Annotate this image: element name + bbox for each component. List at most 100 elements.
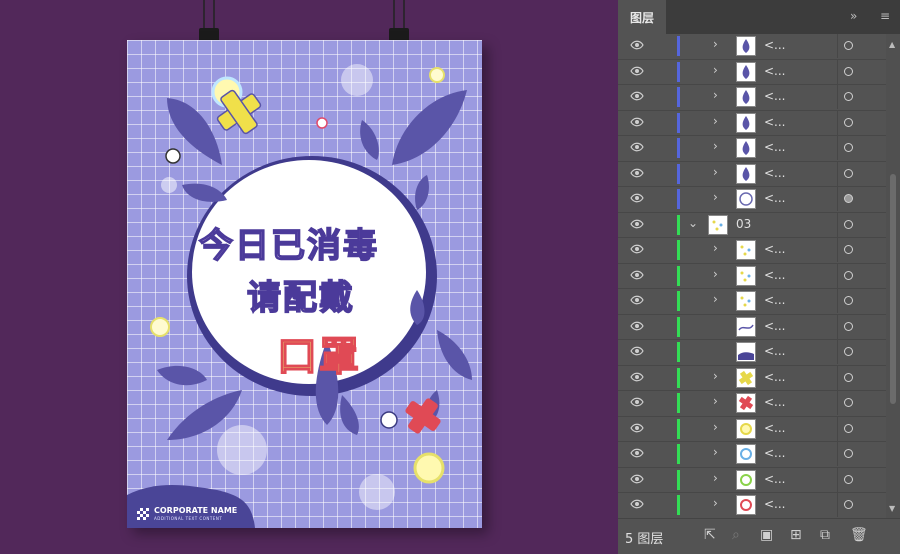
target-circle-icon[interactable] [844, 92, 853, 101]
scroll-up-arrow-icon[interactable]: ▲ [889, 40, 895, 49]
target-circle-icon[interactable] [844, 117, 853, 127]
chevron-down-icon[interactable]: ⌄ [688, 216, 698, 230]
visibility-eye-icon[interactable] [630, 166, 644, 180]
layer-row[interactable]: › <... [618, 263, 886, 289]
chevron-right-icon[interactable]: › [713, 445, 718, 459]
target-circle-icon[interactable] [844, 270, 853, 280]
chevron-right-icon[interactable]: › [713, 63, 718, 77]
target-circle-icon[interactable] [844, 66, 853, 76]
double-chevron-right-icon[interactable]: » [850, 9, 857, 23]
layer-row[interactable]: <... [618, 340, 886, 366]
search-icon[interactable]: ⌕ [732, 527, 740, 543]
artboard-canvas[interactable]: 今日已消毒 请配戴 口罩 CORPORATE NAME ADDITIONAL T… [0, 0, 618, 553]
chevron-right-icon[interactable]: › [713, 394, 718, 408]
target-circle-icon[interactable] [844, 41, 853, 50]
layer-name[interactable]: <... [764, 293, 786, 307]
target-circle-icon[interactable] [844, 474, 853, 484]
visibility-eye-icon[interactable] [630, 64, 644, 78]
scroll-down-arrow-icon[interactable]: ▼ [889, 504, 895, 513]
layer-name[interactable]: 03 [736, 217, 751, 231]
layer-row[interactable]: › <... [618, 493, 886, 518]
trash-icon[interactable]: 🗑 [850, 527, 868, 543]
visibility-eye-icon[interactable] [630, 497, 644, 511]
target-circle-icon[interactable] [844, 372, 853, 382]
chevron-right-icon[interactable]: › [713, 496, 718, 510]
layer-row[interactable]: › <... [618, 442, 886, 468]
clip-mask-icon[interactable]: ▣ [760, 527, 773, 543]
layer-row[interactable]: › <... [618, 289, 886, 315]
visibility-eye-icon[interactable] [630, 472, 644, 486]
layer-row[interactable]: › <... [618, 85, 886, 111]
chevron-right-icon[interactable]: › [713, 139, 718, 153]
layer-row[interactable]: › <... [618, 467, 886, 493]
target-circle-icon[interactable] [844, 398, 853, 407]
layer-row[interactable]: › <... [618, 110, 886, 136]
layer-name[interactable]: <... [764, 115, 786, 129]
layer-row[interactable]: › <... [618, 187, 886, 213]
visibility-eye-icon[interactable] [630, 115, 644, 129]
target-circle-icon[interactable] [844, 168, 853, 178]
target-circle-icon[interactable] [844, 194, 853, 203]
layer-name[interactable]: <... [764, 166, 786, 180]
layer-name[interactable]: <... [764, 421, 786, 435]
visibility-eye-icon[interactable] [630, 319, 644, 333]
layer-name[interactable]: <... [764, 140, 786, 154]
poster-artwork[interactable]: 今日已消毒 请配戴 口罩 CORPORATE NAME ADDITIONAL T… [127, 40, 482, 528]
target-circle-icon[interactable] [844, 245, 853, 254]
layer-row-group[interactable]: ⌄ 03 [618, 212, 886, 238]
target-circle-icon[interactable] [844, 500, 853, 509]
layer-name[interactable]: <... [764, 446, 786, 460]
visibility-eye-icon[interactable] [630, 191, 644, 205]
export-icon[interactable]: ⇱ [704, 527, 716, 543]
new-sublayer-icon[interactable]: ⊞ [790, 527, 802, 543]
tab-layers[interactable]: 图层 [618, 0, 666, 34]
chevron-right-icon[interactable]: › [713, 267, 718, 281]
layer-name[interactable]: <... [764, 319, 786, 333]
layer-name[interactable]: <... [764, 38, 786, 52]
layer-name[interactable]: <... [764, 89, 786, 103]
visibility-eye-icon[interactable] [630, 89, 644, 103]
layer-row[interactable]: › <... [618, 161, 886, 187]
new-layer-icon[interactable]: ⧉ [820, 527, 830, 543]
visibility-eye-icon[interactable] [630, 38, 644, 52]
layer-row[interactable]: › <... [618, 136, 886, 162]
layer-row[interactable]: › <... [618, 416, 886, 442]
chevron-right-icon[interactable]: › [713, 471, 718, 485]
visibility-eye-icon[interactable] [630, 217, 644, 231]
chevron-right-icon[interactable]: › [713, 190, 718, 204]
layer-row[interactable]: › <... [618, 365, 886, 391]
layer-name[interactable]: <... [764, 370, 786, 384]
visibility-eye-icon[interactable] [630, 370, 644, 384]
layer-name[interactable]: <... [764, 242, 786, 256]
visibility-eye-icon[interactable] [630, 446, 644, 460]
layer-row[interactable]: › <... [618, 59, 886, 85]
visibility-eye-icon[interactable] [630, 344, 644, 358]
chevron-right-icon[interactable]: › [713, 114, 718, 128]
visibility-eye-icon[interactable] [630, 293, 644, 307]
target-circle-icon[interactable] [844, 449, 853, 458]
layer-name[interactable]: <... [764, 395, 786, 409]
chevron-right-icon[interactable]: › [713, 369, 718, 383]
chevron-right-icon[interactable]: › [713, 37, 718, 51]
chevron-right-icon[interactable]: › [713, 88, 718, 102]
visibility-eye-icon[interactable] [630, 395, 644, 409]
visibility-eye-icon[interactable] [630, 268, 644, 282]
scroll-thumb[interactable] [890, 174, 896, 404]
visibility-eye-icon[interactable] [630, 140, 644, 154]
visibility-eye-icon[interactable] [630, 242, 644, 256]
layer-row[interactable]: <... [618, 314, 886, 340]
layer-row[interactable]: › <... [618, 391, 886, 417]
layer-name[interactable]: <... [764, 472, 786, 486]
hamburger-menu-icon[interactable]: ≡ [880, 9, 890, 23]
layer-name[interactable]: <... [764, 497, 786, 511]
layer-name[interactable]: <... [764, 64, 786, 78]
layer-row[interactable]: › <... [618, 34, 886, 60]
target-circle-icon[interactable] [844, 219, 853, 229]
visibility-eye-icon[interactable] [630, 421, 644, 435]
target-circle-icon[interactable] [844, 347, 853, 356]
chevron-right-icon[interactable]: › [713, 241, 718, 255]
layer-name[interactable]: <... [764, 344, 786, 358]
layer-list-scrollbar[interactable]: ▲ ▼ [886, 34, 900, 518]
layer-name[interactable]: <... [764, 191, 786, 205]
chevron-right-icon[interactable]: › [713, 292, 718, 306]
